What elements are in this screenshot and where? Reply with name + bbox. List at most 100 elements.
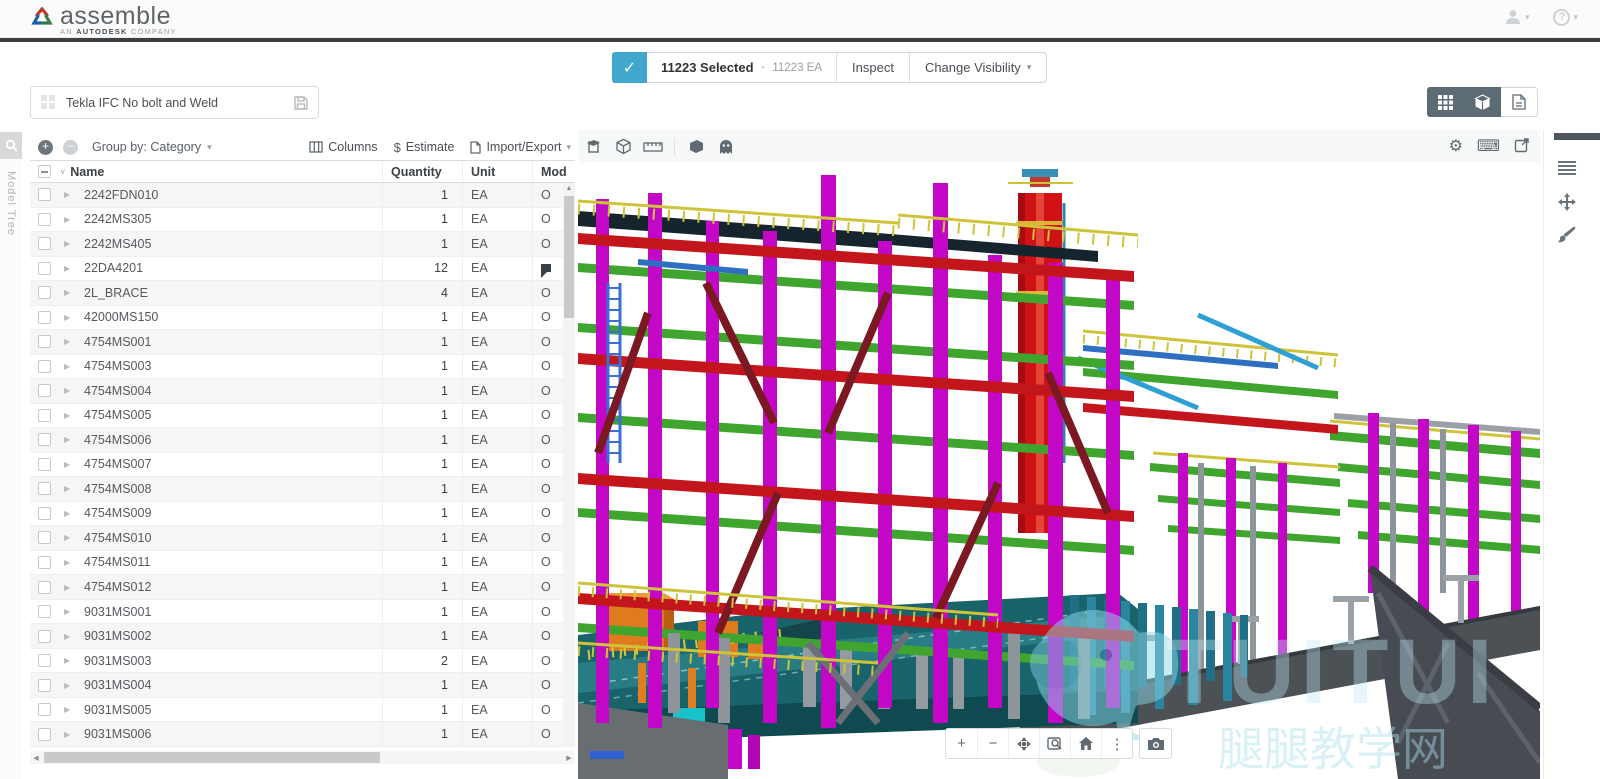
table-row[interactable]: ▶ 9031MS002 1 EA O [30, 624, 575, 649]
column-header-name[interactable]: Name [70, 165, 104, 179]
row-expander-icon[interactable]: ▶ [60, 362, 82, 371]
row-checkbox[interactable] [38, 679, 51, 692]
row-expander-icon[interactable]: ▶ [60, 583, 82, 592]
row-checkbox[interactable] [38, 531, 51, 544]
sidebar-scroll-thumb[interactable] [1554, 133, 1600, 140]
import-export-dropdown[interactable]: Import/Export ▾ [470, 140, 571, 154]
vertical-scroll-thumb[interactable] [564, 196, 574, 318]
table-row[interactable]: ▶ 2242FDN010 1 EA O [30, 183, 575, 208]
more-options-button[interactable]: ⋮ [1101, 729, 1132, 758]
scroll-right-arrow[interactable]: ▶ [563, 754, 575, 762]
cube-view-button[interactable] [608, 138, 638, 155]
row-checkbox[interactable] [38, 605, 51, 618]
viewer-settings-button[interactable]: ⚙ [1449, 139, 1463, 155]
table-row[interactable]: ▶ 4754MS004 1 EA O [30, 379, 575, 404]
table-row[interactable]: ▶ 9031MS005 1 EA O [30, 698, 575, 723]
fit-view-button[interactable] [1008, 729, 1039, 758]
row-checkbox[interactable] [38, 286, 51, 299]
grid-view-toggle[interactable] [1427, 87, 1464, 117]
row-expander-icon[interactable]: ▶ [60, 730, 82, 739]
solid-mode-button[interactable] [681, 139, 711, 154]
row-expander-icon[interactable]: ▶ [60, 313, 82, 322]
table-row[interactable]: ▶ 9031MS006 1 EA O [30, 722, 575, 747]
row-expander-icon[interactable]: ▶ [60, 632, 82, 641]
row-expander-icon[interactable]: ▶ [60, 558, 82, 567]
paint-tool-button[interactable] [1558, 226, 1576, 248]
table-row[interactable]: ▶ 42000MS150 1 EA O [30, 306, 575, 331]
zoom-out-button[interactable]: − [977, 729, 1008, 758]
home-view-button[interactable] [1070, 729, 1101, 758]
model-view-toggle[interactable] [1464, 87, 1501, 117]
row-checkbox[interactable] [38, 507, 51, 520]
table-row[interactable]: ▶ 4754MS005 1 EA O [30, 404, 575, 429]
row-expander-icon[interactable]: ▶ [60, 460, 82, 469]
table-row[interactable]: ▶ 4754MS010 1 EA O [30, 526, 575, 551]
ghost-mode-button[interactable] [711, 139, 741, 154]
row-expander-icon[interactable]: ▶ [60, 411, 82, 420]
properties-list-button[interactable] [1558, 160, 1576, 180]
select-all-button[interactable]: ✓ [612, 52, 647, 83]
document-view-toggle[interactable] [1501, 87, 1538, 117]
assemble-logo[interactable]: assemble AN AUTODESK COMPANY [30, 4, 177, 36]
table-row[interactable]: ▶ 4754MS011 1 EA O [30, 551, 575, 576]
row-checkbox[interactable] [38, 556, 51, 569]
section-plane-button[interactable] [578, 139, 608, 155]
move-tool-button[interactable] [1558, 193, 1576, 216]
help-menu[interactable]: ? ▾ [1553, 9, 1578, 26]
row-expander-icon[interactable]: ▶ [60, 656, 82, 665]
row-expander-icon[interactable]: ▶ [60, 705, 82, 714]
horizontal-scroll-thumb[interactable] [44, 752, 380, 763]
zoom-in-button[interactable]: + [946, 729, 977, 758]
column-header-mod[interactable]: Mod [532, 161, 575, 182]
table-row[interactable]: ▶ 2242MS305 1 EA O [30, 208, 575, 233]
measure-button[interactable] [638, 141, 668, 153]
table-row[interactable]: ▶ 4754MS009 1 EA O [30, 502, 575, 527]
row-checkbox[interactable] [38, 360, 51, 373]
row-expander-icon[interactable]: ▶ [60, 509, 82, 518]
model-canvas[interactable]: TUITUI 腿腿教学网 [578, 163, 1540, 779]
table-row[interactable]: ▶ 4754MS008 1 EA O [30, 477, 575, 502]
row-checkbox[interactable] [38, 237, 51, 250]
table-row[interactable]: ▶ 4754MS003 1 EA O [30, 355, 575, 380]
model-3d-scene[interactable]: TUITUI 腿腿教学网 [578, 163, 1540, 779]
save-view-button[interactable] [293, 95, 309, 111]
remove-group-button[interactable]: − [63, 140, 78, 155]
row-checkbox[interactable] [38, 728, 51, 741]
saved-view-selector[interactable]: Tekla IFC No bolt and Weld [30, 86, 319, 119]
row-expander-icon[interactable]: ▶ [60, 288, 82, 297]
row-expander-icon[interactable]: ▶ [60, 264, 82, 273]
row-checkbox[interactable] [38, 311, 51, 324]
screenshot-button[interactable] [1140, 729, 1171, 758]
vertical-scrollbar[interactable]: ▲ [563, 183, 575, 747]
row-expander-icon[interactable]: ▶ [60, 190, 82, 199]
open-new-window-button[interactable] [1514, 137, 1530, 157]
row-checkbox[interactable] [38, 433, 51, 446]
add-group-button[interactable]: + [38, 140, 53, 155]
user-menu[interactable]: ▾ [1504, 8, 1530, 26]
row-checkbox[interactable] [38, 335, 51, 348]
scroll-up-arrow[interactable]: ▲ [563, 183, 575, 195]
row-expander-icon[interactable]: ▶ [60, 386, 82, 395]
estimate-button[interactable]: $ Estimate [394, 140, 455, 155]
row-expander-icon[interactable]: ▶ [60, 337, 82, 346]
group-by-dropdown[interactable]: Group by: Category ▾ [92, 140, 212, 154]
row-expander-icon[interactable]: ▶ [60, 533, 82, 542]
table-row[interactable]: ▶ 2L_BRACE 4 EA O [30, 281, 575, 306]
row-expander-icon[interactable]: ▶ [60, 681, 82, 690]
row-checkbox[interactable] [38, 188, 51, 201]
select-all-checkbox[interactable] [38, 165, 51, 178]
table-row[interactable]: ▶ 4754MS012 1 EA O [30, 575, 575, 600]
row-checkbox[interactable] [38, 630, 51, 643]
model-tree-tab[interactable]: Model Tree [5, 171, 17, 236]
row-expander-icon[interactable]: ▶ [60, 215, 82, 224]
column-header-unit[interactable]: Unit [462, 161, 532, 182]
row-checkbox[interactable] [38, 581, 51, 594]
row-expander-icon[interactable]: ▶ [60, 435, 82, 444]
table-row[interactable]: ▶ 9031MS004 1 EA O [30, 673, 575, 698]
row-checkbox[interactable] [38, 213, 51, 226]
row-checkbox[interactable] [38, 262, 51, 275]
row-checkbox[interactable] [38, 482, 51, 495]
zoom-window-button[interactable] [1039, 729, 1070, 758]
row-checkbox[interactable] [38, 384, 51, 397]
table-row[interactable]: ▶ 4754MS007 1 EA O [30, 453, 575, 478]
